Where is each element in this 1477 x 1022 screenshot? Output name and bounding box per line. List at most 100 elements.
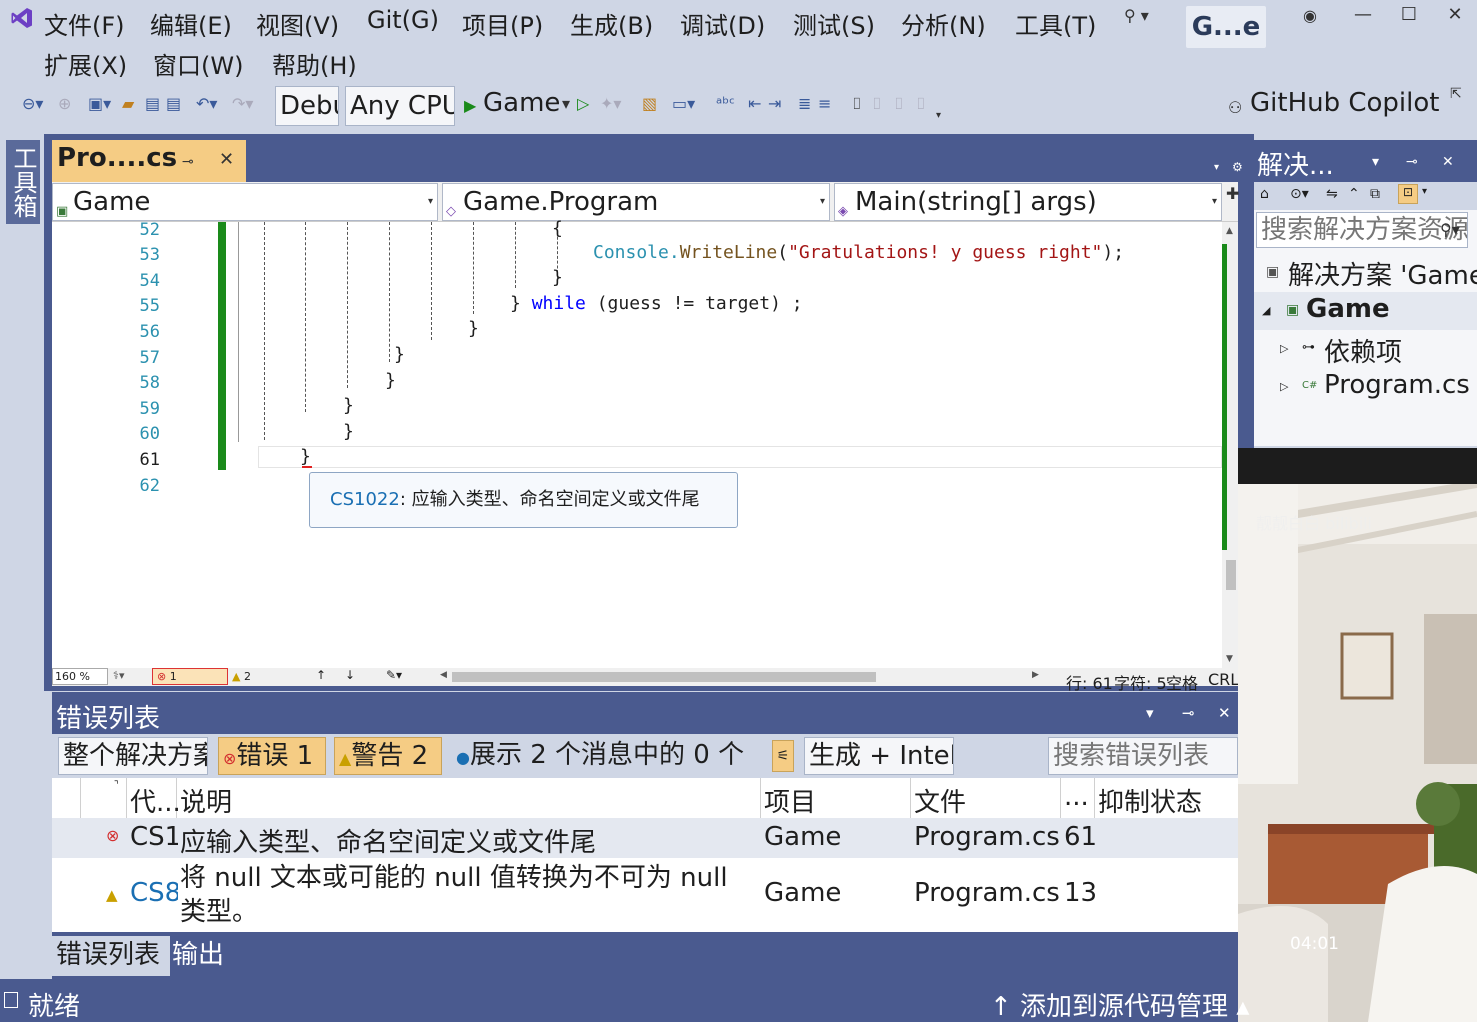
pin-icon[interactable]: ⊸ bbox=[1406, 154, 1418, 170]
show-all-files-icon[interactable]: ⧉ bbox=[1370, 186, 1380, 202]
spell-check-icon[interactable]: ᵃᵇᶜ bbox=[716, 94, 735, 113]
scroll-down-icon[interactable]: ▼ bbox=[1226, 654, 1233, 664]
scrollbar-thumb[interactable] bbox=[1226, 560, 1236, 590]
pin-icon[interactable]: ⊸ bbox=[1182, 704, 1195, 722]
sync-icon[interactable]: ⇋ bbox=[1326, 186, 1338, 202]
menu-project[interactable]: 项目(P) bbox=[462, 6, 543, 41]
panel-menu-icon[interactable]: ▾ bbox=[1146, 704, 1154, 722]
menu-test[interactable]: 测试(S) bbox=[793, 6, 875, 41]
save-all-icon[interactable]: ▤ bbox=[166, 94, 181, 113]
row-code[interactable]: CS1022 bbox=[130, 822, 178, 852]
start-target-button[interactable]: Game bbox=[483, 88, 560, 118]
horizontal-scrollbar-thumb[interactable] bbox=[452, 672, 876, 682]
close-icon[interactable]: ✕ bbox=[1218, 704, 1231, 722]
filter-icon[interactable]: ⚟ bbox=[772, 740, 794, 772]
class-dropdown[interactable]: ◇ Game.Program ▾ bbox=[442, 183, 830, 221]
toolbox-tab[interactable]: 工具箱 bbox=[6, 140, 40, 224]
back-icon[interactable]: ⊖▾ bbox=[22, 94, 43, 113]
copilot-popout-icon[interactable]: ⇱ bbox=[1450, 86, 1462, 102]
health-icon[interactable]: ⚕▾ bbox=[113, 669, 124, 682]
menu-file[interactable]: 文件(F) bbox=[44, 6, 125, 41]
menu-build[interactable]: 生成(B) bbox=[570, 6, 653, 41]
pin-icon[interactable]: ⊸ bbox=[182, 154, 194, 170]
tree-program-cs[interactable]: Program.cs bbox=[1324, 370, 1470, 400]
tab-error-list[interactable]: 错误列表 bbox=[52, 936, 170, 976]
settings-gear-icon[interactable]: ⚙ bbox=[1232, 160, 1243, 174]
column-header-code[interactable]: 代... bbox=[130, 782, 181, 819]
column-header-description[interactable]: 说明 bbox=[180, 782, 232, 819]
platform-dropdown[interactable]: Any CPU bbox=[345, 86, 455, 126]
save-icon[interactable]: ▤ bbox=[145, 94, 160, 113]
column-header-file[interactable]: 文件 bbox=[914, 782, 966, 819]
warnings-filter-toggle[interactable]: ▲警告 2 bbox=[334, 737, 442, 775]
history-icon[interactable]: ⊙▾ bbox=[1290, 186, 1309, 202]
errors-filter-toggle[interactable]: ⊗错误 1 bbox=[218, 737, 326, 775]
tab-output[interactable]: 输出 bbox=[172, 936, 224, 974]
chevron-down-icon[interactable]: ▾ bbox=[1422, 186, 1427, 197]
menu-window[interactable]: 窗口(W) bbox=[153, 46, 243, 81]
member-dropdown[interactable]: ◈ Main(string[] args) ▾ bbox=[834, 183, 1222, 221]
close-button[interactable]: ✕ bbox=[1435, 4, 1475, 25]
column-header-project[interactable]: 项目 bbox=[764, 782, 816, 819]
messages-filter-toggle[interactable]: ●展示 2 个消息中的 0 个 bbox=[452, 737, 762, 775]
browse-icon[interactable]: ▧ bbox=[642, 94, 657, 113]
run-target-chevron-icon[interactable]: ▾ bbox=[562, 94, 570, 113]
step-icon[interactable]: ⇤ bbox=[748, 94, 761, 113]
add-to-source-control-button[interactable]: ↑ 添加到源代码管理 ▴ bbox=[990, 986, 1249, 1022]
panel-menu-icon[interactable]: ▾ bbox=[1372, 154, 1379, 170]
maximize-button[interactable]: ☐ bbox=[1389, 4, 1429, 25]
search-icon[interactable]: ⚲ ▾ bbox=[1124, 6, 1174, 30]
close-icon[interactable]: ✕ bbox=[1442, 154, 1454, 170]
collapsed-arrow-icon[interactable]: ▷ bbox=[1280, 380, 1288, 393]
menu-tools[interactable]: 工具(T) bbox=[1015, 6, 1096, 41]
preview-icon[interactable]: ⊡ bbox=[1398, 184, 1418, 204]
uncomment-icon[interactable]: ≡ bbox=[818, 94, 831, 113]
close-icon[interactable]: ✕ bbox=[219, 149, 234, 170]
column-header-suppression[interactable]: 抑制状态 bbox=[1098, 782, 1202, 819]
code-editor[interactable] bbox=[52, 222, 1238, 668]
configuration-dropdown[interactable]: Debug bbox=[275, 86, 339, 126]
tooltip-error-code[interactable]: CS1022 bbox=[330, 489, 400, 510]
warning-count-chip[interactable]: ▲ 2 bbox=[232, 670, 251, 683]
scroll-left-icon[interactable]: ◀ bbox=[440, 670, 447, 680]
comment-icon[interactable]: ≣ bbox=[798, 94, 811, 113]
menu-analyze[interactable]: 分析(N) bbox=[901, 6, 986, 41]
cursor-char[interactable]: 字符: 5 bbox=[1114, 670, 1167, 694]
step-over-icon[interactable]: ⇥ bbox=[768, 94, 781, 113]
copilot-icon[interactable]: ⚇ bbox=[1228, 98, 1242, 117]
home-icon[interactable]: ⌂ bbox=[1260, 186, 1269, 202]
menu-view[interactable]: 视图(V) bbox=[256, 6, 339, 41]
menu-help[interactable]: 帮助(H) bbox=[272, 46, 357, 81]
clear-bookmarks-icon[interactable]: ⌷ bbox=[916, 94, 926, 114]
project-dropdown[interactable]: ▣ Game ▾ bbox=[52, 183, 438, 221]
github-copilot-button[interactable]: GitHub Copilot bbox=[1250, 88, 1439, 118]
cursor-line[interactable]: 行: 61 bbox=[1066, 670, 1113, 694]
error-count-chip[interactable]: ⊗ 1 bbox=[152, 668, 228, 685]
bookmark-icon[interactable]: ⌷ bbox=[852, 94, 862, 114]
expanded-arrow-icon[interactable]: ◢ bbox=[1262, 304, 1270, 317]
next-bookmark-icon[interactable]: ⌷ bbox=[894, 94, 904, 114]
open-folder-icon[interactable]: ▰ bbox=[122, 94, 134, 113]
prev-issue-icon[interactable]: ↑ bbox=[316, 668, 326, 682]
undo-icon[interactable]: ↶▾ bbox=[196, 94, 217, 113]
menu-edit[interactable]: 编辑(E) bbox=[150, 6, 232, 41]
window-layout-icon[interactable]: ▭▾ bbox=[672, 94, 695, 113]
new-project-icon[interactable]: ▣▾ bbox=[88, 94, 111, 113]
tree-dependencies[interactable]: 依赖项 bbox=[1324, 332, 1402, 369]
hot-reload-icon[interactable]: ✦▾ bbox=[600, 94, 621, 113]
forward-icon[interactable]: ⊕ bbox=[58, 94, 71, 113]
account-icon[interactable]: ◉ bbox=[1290, 6, 1330, 25]
collapse-icon[interactable]: ⌃ bbox=[1348, 186, 1360, 202]
menu-debug[interactable]: 调试(D) bbox=[680, 6, 765, 41]
zoom-dropdown[interactable]: 160 % bbox=[52, 668, 108, 685]
prev-bookmark-icon[interactable]: ⌷ bbox=[872, 94, 882, 114]
start-debug-icon[interactable]: ▶ bbox=[464, 96, 476, 115]
column-header-line[interactable]: ... bbox=[1064, 782, 1089, 812]
row-code-link[interactable]: CS8600 bbox=[130, 878, 178, 908]
cleanup-icon[interactable]: ✎▾ bbox=[386, 668, 402, 682]
column-chooser-icon[interactable]: ⌝ bbox=[114, 780, 119, 791]
search-icon[interactable]: ⚲▾ bbox=[1440, 220, 1460, 239]
split-editor-icon[interactable]: ✚ bbox=[1226, 184, 1239, 203]
solution-search-input[interactable]: 搜索解决方案资源管理器 bbox=[1256, 212, 1468, 248]
search-error-list-input[interactable]: 搜索错误列表 bbox=[1048, 737, 1238, 775]
